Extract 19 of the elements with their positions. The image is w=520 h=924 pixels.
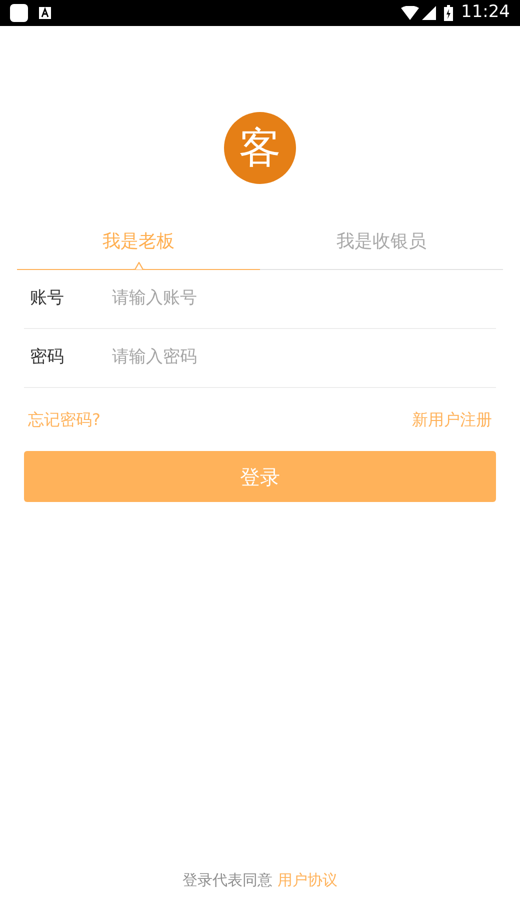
user-agreement-link[interactable]: 用户协议 <box>277 870 338 888</box>
notification-icon <box>10 4 28 22</box>
field-label: 密码 <box>29 346 65 370</box>
battery-icon <box>444 5 453 21</box>
input-field[interactable]: 请输入密码 <box>112 345 496 371</box>
input-field[interactable]: 请输入账号 <box>112 286 496 312</box>
role-tab[interactable]: 我是老板 <box>17 220 260 270</box>
agreement-text: 登录代表同意 用户协议 <box>182 870 338 890</box>
role-tab[interactable]: 我是收银员 <box>260 220 503 270</box>
keyboard-icon <box>39 7 51 19</box>
tab-pointer-icon <box>133 262 145 270</box>
app-logo: 客 <box>224 112 296 184</box>
wifi-icon <box>401 6 419 20</box>
forgot-password-link[interactable]: 忘记密码? <box>28 408 100 432</box>
field-label: 账号 <box>29 287 65 310</box>
status-time: 11:24 <box>461 1 510 24</box>
register-link[interactable]: 新用户注册 <box>412 408 492 432</box>
signal-icon <box>422 6 436 20</box>
login-button[interactable]: 登录 <box>24 451 496 502</box>
